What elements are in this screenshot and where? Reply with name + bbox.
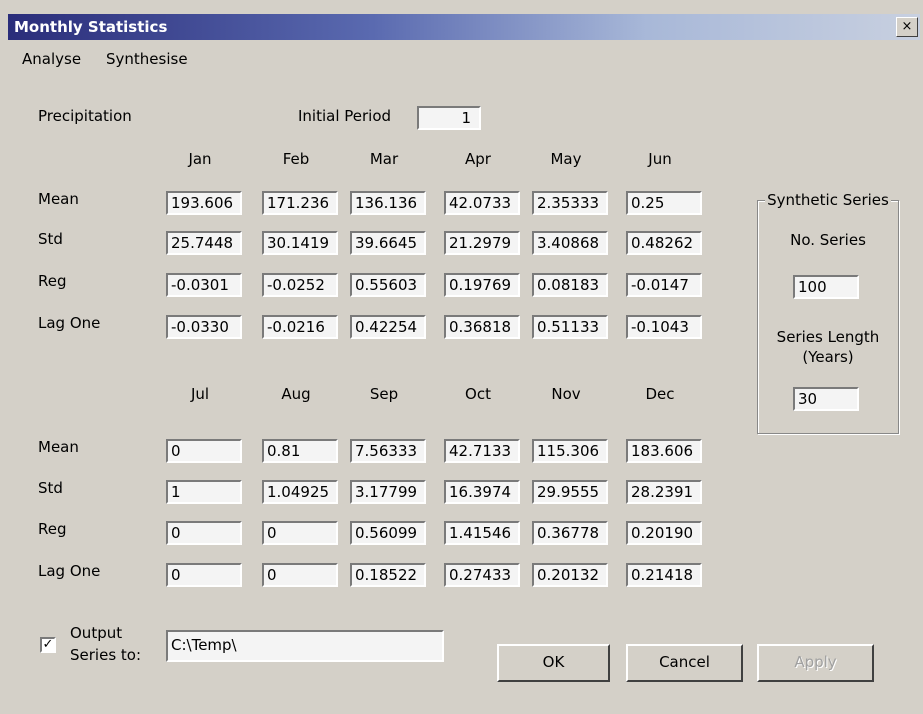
- bottom-reg-input[interactable]: 0: [166, 521, 242, 545]
- top-mean-input[interactable]: 171.236: [262, 191, 338, 215]
- ok-button[interactable]: OK: [497, 644, 610, 682]
- top-std-input[interactable]: 0.48262: [626, 231, 702, 255]
- bottom-month-header: Nov: [551, 385, 581, 403]
- bottom-mean-input[interactable]: 183.606: [626, 439, 702, 463]
- synthetic-series-group: Synthetic Series No. Series 100 Series L…: [757, 191, 899, 434]
- top-mean-input[interactable]: 0.25: [626, 191, 702, 215]
- bottom-std-input[interactable]: 29.9555: [532, 480, 608, 504]
- top-lag-one-input[interactable]: -0.1043: [626, 315, 702, 339]
- apply-button[interactable]: Apply: [757, 644, 874, 682]
- menu-synthesise[interactable]: Synthesise: [106, 50, 188, 68]
- top-lag-one-input[interactable]: -0.0216: [262, 315, 338, 339]
- bottom-lag-one-input[interactable]: 0: [262, 563, 338, 587]
- bottom-std-input[interactable]: 3.17799: [350, 480, 426, 504]
- top-month-header: May: [550, 150, 582, 168]
- bottom-lag-one-input[interactable]: 0.21418: [626, 563, 702, 587]
- top-mean-input[interactable]: 193.606: [166, 191, 242, 215]
- top-reg-input[interactable]: 0.55603: [350, 273, 426, 297]
- bottom-month-header: Dec: [645, 385, 675, 403]
- top-month-header: Jun: [648, 150, 672, 168]
- bottom-std-input[interactable]: 1.04925: [262, 480, 338, 504]
- bottom-mean-input[interactable]: 115.306: [532, 439, 608, 463]
- output-series-checkbox[interactable]: ✓: [40, 637, 56, 653]
- top-std-input[interactable]: 30.1419: [262, 231, 338, 255]
- bottom-mean-input[interactable]: 0.81: [262, 439, 338, 463]
- bottom-mean-input[interactable]: 0: [166, 439, 242, 463]
- bottom-lag-one-input[interactable]: 0.18522: [350, 563, 426, 587]
- bottom-reg-input[interactable]: 0.20190: [626, 521, 702, 545]
- window-title: Monthly Statistics: [14, 18, 168, 36]
- variable-label: Precipitation: [38, 107, 132, 125]
- row-label-mean: Mean: [38, 438, 79, 456]
- no-series-label: No. Series: [790, 231, 866, 249]
- initial-period-input[interactable]: 1: [417, 106, 481, 130]
- top-lag-one-input[interactable]: 0.36818: [444, 315, 520, 339]
- top-reg-input[interactable]: 0.19769: [444, 273, 520, 297]
- close-icon[interactable]: ×: [896, 17, 918, 37]
- bottom-std-input[interactable]: 16.3974: [444, 480, 520, 504]
- row-label-std: Std: [38, 479, 63, 497]
- top-reg-input[interactable]: -0.0301: [166, 273, 242, 297]
- top-month-header: Jan: [188, 150, 212, 168]
- bottom-month-header: Aug: [281, 385, 311, 403]
- bottom-month-header: Jul: [190, 385, 210, 403]
- menu-analyse[interactable]: Analyse: [22, 50, 81, 68]
- output-series-to-label: Series to:: [70, 646, 142, 664]
- bottom-mean-input[interactable]: 42.7133: [444, 439, 520, 463]
- top-std-input[interactable]: 39.6645: [350, 231, 426, 255]
- top-mean-input[interactable]: 2.35333: [532, 191, 608, 215]
- row-label-lag-one: Lag One: [38, 562, 101, 580]
- series-length-units: (Years): [802, 348, 854, 366]
- top-reg-input[interactable]: -0.0147: [626, 273, 702, 297]
- series-length-input[interactable]: 30: [793, 387, 859, 411]
- bottom-reg-input[interactable]: 1.41546: [444, 521, 520, 545]
- bottom-lag-one-input[interactable]: 0.27433: [444, 563, 520, 587]
- bottom-month-header: Sep: [369, 385, 399, 403]
- bottom-reg-input[interactable]: 0.56099: [350, 521, 426, 545]
- series-length-label: Series Length: [776, 328, 880, 346]
- top-reg-input[interactable]: -0.0252: [262, 273, 338, 297]
- row-label-std: Std: [38, 230, 63, 248]
- bottom-lag-one-input[interactable]: 0: [166, 563, 242, 587]
- synthetic-series-title: Synthetic Series: [765, 191, 891, 209]
- bottom-std-input[interactable]: 1: [166, 480, 242, 504]
- title-bar: Monthly Statistics ×: [8, 14, 920, 40]
- top-std-input[interactable]: 25.7448: [166, 231, 242, 255]
- bottom-mean-input[interactable]: 7.56333: [350, 439, 426, 463]
- top-month-header: Mar: [369, 150, 399, 168]
- output-label: Output: [70, 624, 123, 642]
- top-mean-input[interactable]: 136.136: [350, 191, 426, 215]
- top-std-input[interactable]: 21.2979: [444, 231, 520, 255]
- bottom-reg-input[interactable]: 0.36778: [532, 521, 608, 545]
- top-lag-one-input[interactable]: 0.42254: [350, 315, 426, 339]
- bottom-month-header: Oct: [465, 385, 491, 403]
- row-label-mean: Mean: [38, 190, 79, 208]
- output-path-input[interactable]: C:\Temp\: [166, 630, 444, 662]
- top-month-header: Apr: [465, 150, 491, 168]
- top-std-input[interactable]: 3.40868: [532, 231, 608, 255]
- row-label-reg: Reg: [38, 520, 67, 538]
- bottom-reg-input[interactable]: 0: [262, 521, 338, 545]
- row-label-reg: Reg: [38, 272, 67, 290]
- top-month-header: Feb: [282, 150, 310, 168]
- bottom-std-input[interactable]: 28.2391: [626, 480, 702, 504]
- row-label-lag-one: Lag One: [38, 314, 101, 332]
- top-lag-one-input[interactable]: 0.51133: [532, 315, 608, 339]
- cancel-button[interactable]: Cancel: [626, 644, 743, 682]
- top-lag-one-input[interactable]: -0.0330: [166, 315, 242, 339]
- monthly-statistics-window: Monthly Statistics × Analyse Synthesise …: [0, 0, 923, 714]
- top-mean-input[interactable]: 42.0733: [444, 191, 520, 215]
- initial-period-label: Initial Period: [298, 107, 392, 125]
- bottom-lag-one-input[interactable]: 0.20132: [532, 563, 608, 587]
- top-reg-input[interactable]: 0.08183: [532, 273, 608, 297]
- no-series-input[interactable]: 100: [793, 275, 859, 299]
